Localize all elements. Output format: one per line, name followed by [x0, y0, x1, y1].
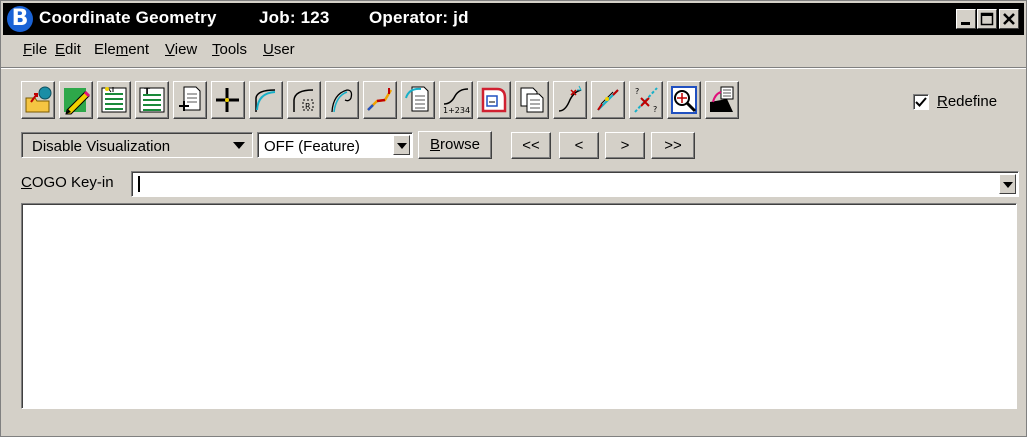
- curve-icon: [255, 89, 276, 112]
- store-point-icon: [25, 86, 52, 113]
- output-area[interactable]: [21, 203, 1017, 409]
- point-cross-icon: [216, 88, 239, 112]
- operator-label: Operator: jd: [369, 8, 469, 27]
- maximize-icon: [980, 12, 994, 26]
- tool-intersect[interactable]: ??: [629, 81, 663, 119]
- tool-element-list[interactable]: [97, 81, 131, 119]
- close-button[interactable]: [999, 9, 1019, 29]
- tool-zoom-target[interactable]: [667, 81, 701, 119]
- copy-pages-icon: [520, 87, 544, 113]
- inverse-icon: [597, 89, 619, 111]
- menu-edit[interactable]: Edit: [55, 41, 81, 58]
- cogo-keyin-input[interactable]: [131, 171, 1019, 197]
- nav-last-button[interactable]: >>: [651, 132, 695, 159]
- tool-point[interactable]: [211, 81, 245, 119]
- chevron-down-icon: [233, 142, 245, 149]
- element-list-icon: [101, 87, 127, 113]
- add-page-icon: [179, 86, 201, 111]
- svg-text:?: ?: [653, 105, 657, 114]
- stationing-icon: 1+234: [443, 88, 470, 115]
- menu-user[interactable]: User: [263, 41, 295, 58]
- spiral-icon: [331, 89, 353, 113]
- minimize-button[interactable]: [956, 9, 976, 29]
- feature-dropdown[interactable]: OFF (Feature): [257, 132, 413, 158]
- title-bar[interactable]: B Coordinate Geometry Job: 123 Operator:…: [3, 3, 1024, 35]
- app-logo-icon[interactable]: B: [7, 6, 33, 32]
- tool-edit[interactable]: [59, 81, 93, 119]
- svg-text:T: T: [144, 87, 151, 97]
- zoom-target-icon: [671, 86, 697, 114]
- feature-value: OFF (Feature): [264, 138, 360, 155]
- nav-next-button[interactable]: >: [605, 132, 645, 159]
- visualize-icon: [710, 86, 734, 112]
- tool-visualize[interactable]: [705, 81, 739, 119]
- svg-text:?: ?: [635, 87, 639, 96]
- tool-document-curve[interactable]: [401, 81, 435, 119]
- visualization-value: Disable Visualization: [32, 138, 171, 155]
- menu-view[interactable]: View: [165, 41, 197, 58]
- browse-button[interactable]: Browse: [418, 131, 492, 159]
- tool-store-point[interactable]: [21, 81, 55, 119]
- text-caret: [138, 176, 140, 192]
- keyin-history-arrow[interactable]: [999, 174, 1016, 194]
- tool-profile-curve[interactable]: [553, 81, 587, 119]
- text-list-icon: T: [139, 87, 165, 113]
- chevron-down-icon: [397, 143, 407, 149]
- parcel-icon: [481, 87, 507, 113]
- menu-separator: [1, 67, 1026, 69]
- job-label: Job: 123: [259, 8, 330, 27]
- radius-curve-icon: R: [293, 89, 314, 112]
- tool-radius-curve[interactable]: R: [287, 81, 321, 119]
- tool-chain[interactable]: [363, 81, 397, 119]
- window-title: Coordinate Geometry: [39, 8, 217, 27]
- tool-parcel[interactable]: [477, 81, 511, 119]
- checkmark-icon: [915, 97, 927, 107]
- document-curve-icon: [405, 86, 429, 112]
- tool-text-list[interactable]: T: [135, 81, 169, 119]
- cogo-window: B Coordinate Geometry Job: 123 Operator:…: [0, 0, 1027, 437]
- tool-inverse[interactable]: [591, 81, 625, 119]
- tool-copy-pages[interactable]: [515, 81, 549, 119]
- visualization-dropdown[interactable]: Disable Visualization: [21, 132, 253, 158]
- menu-file[interactable]: File: [23, 41, 47, 58]
- svg-text:R: R: [305, 102, 311, 111]
- redefine-checkbox[interactable]: [913, 94, 929, 110]
- chain-line-icon: [367, 88, 393, 111]
- feature-dropdown-arrow[interactable]: [393, 135, 410, 155]
- tool-add-page[interactable]: [173, 81, 207, 119]
- maximize-button[interactable]: [977, 9, 997, 29]
- tool-curve[interactable]: [249, 81, 283, 119]
- intersect-icon: ??: [634, 87, 658, 114]
- tool-stationing[interactable]: 1+234: [439, 81, 473, 119]
- profile-curve-icon: [558, 85, 582, 112]
- menu-tools[interactable]: Tools: [212, 41, 247, 58]
- keyin-label: COGO Key-in: [21, 174, 114, 191]
- svg-text:1+234: 1+234: [443, 106, 470, 115]
- menu-bar: File Edit Element View Tools User: [3, 37, 1024, 63]
- nav-prev-button[interactable]: <: [559, 132, 599, 159]
- menu-element[interactable]: Element: [94, 41, 149, 58]
- chevron-down-icon: [1003, 182, 1013, 188]
- nav-first-button[interactable]: <<: [511, 132, 551, 159]
- redefine-label[interactable]: Redefine: [937, 93, 997, 110]
- edit-pencil-icon: [64, 88, 91, 115]
- minimize-icon: [961, 22, 970, 25]
- close-icon: [1003, 13, 1015, 25]
- tool-spiral[interactable]: [325, 81, 359, 119]
